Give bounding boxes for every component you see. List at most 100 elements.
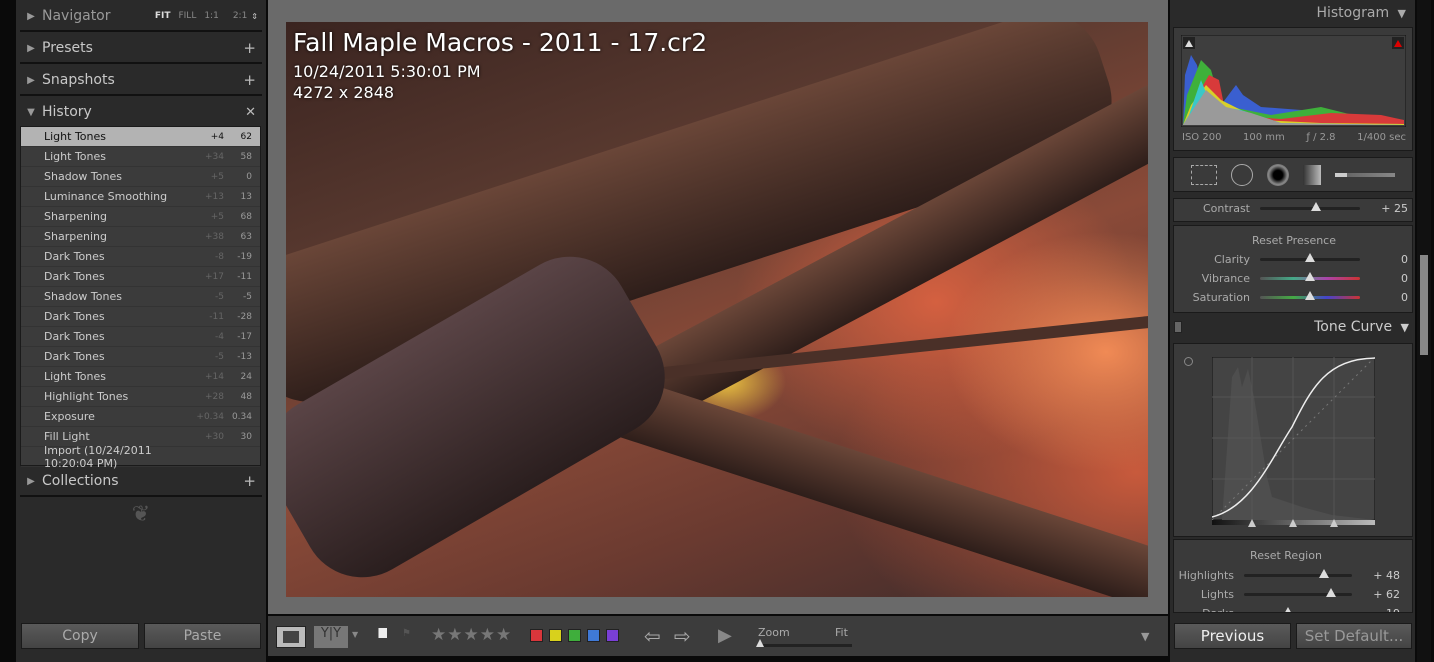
history-item-delta: +30 [205, 431, 224, 442]
scrollbar-thumb[interactable] [1420, 255, 1428, 355]
right-panel-scrollbar[interactable] [1417, 0, 1431, 662]
star-rating[interactable]: ★★★★★ [431, 625, 512, 645]
photo-preview[interactable]: Fall Maple Macros - 2011 - 17.cr2 10/24/… [286, 22, 1148, 597]
tool-strip [1173, 157, 1413, 192]
photo-title: Fall Maple Macros - 2011 - 17.cr2 [293, 28, 708, 57]
slider-track[interactable] [1260, 271, 1360, 281]
before-after-dropdown-icon[interactable]: ▼ [352, 630, 358, 639]
color-label-0[interactable] [530, 629, 543, 642]
history-item[interactable]: Light Tones +34 58 [21, 147, 260, 167]
history-item[interactable]: Dark Tones -4 -17 [21, 327, 260, 347]
flag-icon[interactable] [378, 628, 387, 638]
red-eye-tool-icon[interactable] [1267, 163, 1289, 186]
zoom-value: Fit [835, 626, 848, 639]
slider-value: + 48 [1373, 568, 1400, 582]
tone-curve-header[interactable]: Tone Curve ▼ [1170, 319, 1413, 341]
zoom-slider[interactable] [756, 639, 852, 647]
history-item-delta: -4 [215, 331, 224, 342]
zoom-stepper-icon[interactable]: ⇕ [251, 12, 258, 21]
color-label-1[interactable] [549, 629, 562, 642]
history-list: Light Tones +4 62 Light Tones +34 58 Shadow To… [20, 126, 261, 470]
history-item[interactable]: Sharpening +5 68 [21, 207, 260, 227]
slider-track[interactable] [1260, 252, 1360, 262]
slider-value: 0 [1401, 271, 1408, 285]
history-item-delta: -5 [215, 351, 224, 362]
history-item-name: Light Tones [44, 370, 106, 383]
history-item[interactable]: Dark Tones -5 -13 [21, 347, 260, 367]
history-item-delta: +17 [205, 271, 224, 282]
collections-header[interactable]: ▶ Collections + [20, 467, 262, 497]
reject-flag-icon[interactable]: ⚑ [402, 628, 411, 639]
toolbar-menu-icon[interactable]: ▼ [1141, 630, 1149, 643]
clear-history-icon[interactable]: ✕ [245, 105, 256, 120]
next-photo-icon[interactable]: ⇨ [674, 624, 691, 648]
play-slideshow-icon[interactable]: ▶ [718, 625, 732, 646]
slider-track[interactable] [1244, 568, 1352, 578]
history-item[interactable]: Dark Tones -11 -28 [21, 307, 260, 327]
nav-mode-1-1[interactable]: 1:1 [204, 11, 218, 21]
slider-track[interactable] [1260, 290, 1360, 300]
nav-mode-2-1[interactable]: 2:1 [233, 11, 247, 21]
spot-removal-tool-icon[interactable] [1231, 163, 1253, 186]
history-item[interactable]: Dark Tones -8 -19 [21, 247, 260, 267]
set-default-button[interactable]: Set Default... [1296, 623, 1412, 649]
add-preset-icon[interactable]: + [243, 39, 256, 57]
adjustment-brush-icon[interactable] [1335, 172, 1395, 177]
add-snapshot-icon[interactable]: + [243, 71, 256, 89]
history-item[interactable]: Exposure +0.34 0.34 [21, 407, 260, 427]
history-item[interactable]: Light Tones +14 24 [21, 367, 260, 387]
slider-track[interactable] [1260, 201, 1360, 211]
slider-highlights: Highlights + 48 [1174, 567, 1400, 583]
loupe-view-button[interactable] [276, 626, 306, 648]
slider-knob[interactable] [1326, 587, 1337, 597]
history-item[interactable]: Dark Tones +17 -11 [21, 267, 260, 287]
reset-region-button[interactable]: Reset Region [1174, 549, 1398, 562]
history-item-name: Import (10/24/2011 10:20:04 PM) [44, 443, 152, 470]
slider-knob[interactable] [1305, 252, 1315, 262]
slider-track[interactable] [1244, 587, 1352, 597]
slider-knob[interactable] [1318, 568, 1329, 578]
history-item[interactable]: Shadow Tones +5 0 [21, 167, 260, 187]
reset-presence-button[interactable]: Reset Presence [1174, 234, 1414, 247]
history-item[interactable]: Luminance Smoothing +13 13 [21, 187, 260, 207]
snapshots-header[interactable]: ▶ Snapshots + [20, 66, 262, 96]
color-label-3[interactable] [587, 629, 600, 642]
slider-label: Highlights [1178, 568, 1234, 582]
zoom-label: Zoom [758, 626, 790, 639]
slider-track[interactable] [1244, 606, 1352, 612]
color-label-2[interactable] [568, 629, 581, 642]
slider-knob[interactable] [1311, 201, 1322, 211]
collapse-triangle-icon: ▼ [27, 106, 35, 118]
color-label-4[interactable] [606, 629, 619, 642]
history-item[interactable]: Sharpening +38 63 [21, 227, 260, 247]
navigator-header[interactable]: ▶ Navigator FIT FILL 1:1 2:1 ⇕ [20, 2, 262, 32]
nav-mode-fill[interactable]: FILL [178, 11, 196, 21]
histogram-panel: ISO 200 100 mm ƒ / 2.8 1/400 sec [1173, 27, 1413, 151]
add-collection-icon[interactable]: + [243, 472, 256, 490]
graduated-filter-icon[interactable] [1303, 164, 1321, 185]
slider-knob[interactable] [1305, 271, 1315, 281]
exif-info: ISO 200 100 mm ƒ / 2.8 1/400 sec [1182, 132, 1406, 143]
history-item[interactable]: Light Tones +4 62 [21, 127, 260, 147]
presets-header[interactable]: ▶ Presets + [20, 34, 262, 64]
panel-switch-icon[interactable] [1174, 321, 1182, 333]
history-item[interactable]: Highlight Tones +28 48 [21, 387, 260, 407]
history-item[interactable]: Import (10/24/2011 10:20:04 PM) [21, 443, 260, 470]
paste-button[interactable]: Paste [144, 623, 261, 649]
history-item-delta: -8 [215, 251, 224, 262]
histogram-header[interactable]: Histogram ▼ [1170, 5, 1410, 21]
previous-photo-icon[interactable]: ⇦ [644, 624, 661, 648]
history-header[interactable]: ▼ History ✕ [20, 97, 262, 127]
nav-mode-fit[interactable]: FIT [155, 11, 171, 21]
targeted-adjustment-icon[interactable] [1184, 357, 1193, 366]
slider-knob[interactable] [1305, 290, 1315, 300]
slider-knob[interactable] [1282, 606, 1293, 612]
before-after-button[interactable]: Y|Y [314, 626, 348, 648]
zoom-slider-knob[interactable] [756, 639, 764, 647]
crop-tool-icon[interactable] [1191, 164, 1217, 185]
previous-button[interactable]: Previous [1174, 623, 1291, 649]
copy-button[interactable]: Copy [21, 623, 139, 649]
history-item[interactable]: Shadow Tones -5 -5 [21, 287, 260, 307]
tone-curve-graph[interactable] [1212, 357, 1375, 527]
histogram-chart[interactable] [1181, 35, 1406, 127]
